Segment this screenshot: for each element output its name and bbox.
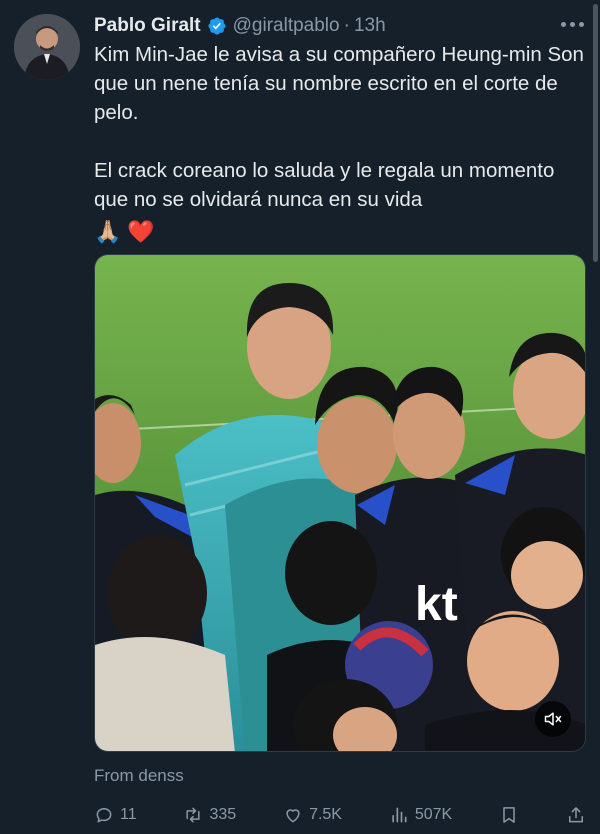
retweet-button[interactable]: 335 (183, 805, 236, 825)
separator-dot: · (343, 15, 350, 36)
video-player[interactable]: kt (94, 254, 586, 752)
mute-button[interactable] (535, 701, 571, 737)
bookmark-button[interactable] (499, 805, 519, 825)
tweet-paragraph-2: El crack coreano lo saluda y le regala u… (94, 159, 555, 211)
share-icon (568, 807, 583, 823)
author-handle[interactable]: @giraltpablo (233, 15, 340, 37)
more-dot (570, 22, 575, 27)
like-count: 7.5K (309, 806, 342, 823)
views-button[interactable]: 507K (389, 805, 452, 825)
retweet-icon (186, 807, 201, 823)
action-bar: 11 335 7.5K 507K (94, 802, 586, 828)
tweet-header: Pablo Giralt @giraltpablo · 13h (94, 12, 580, 40)
more-icon[interactable] (561, 22, 584, 27)
like-button[interactable]: 7.5K (283, 805, 342, 825)
reply-icon (96, 808, 112, 823)
bookmark-icon (503, 807, 515, 823)
author-name[interactable]: Pablo Giralt (94, 15, 201, 37)
reply-button[interactable]: 11 (94, 805, 137, 825)
tweet-text: Kim Min-Jae le avisa a su compañero Heun… (94, 40, 584, 246)
retweet-count: 335 (209, 806, 237, 823)
folded-hands-icon: 🙏🏼 (94, 218, 122, 244)
video-frame: kt (95, 255, 585, 751)
views-count: 507K (414, 806, 453, 823)
tweet-timestamp[interactable]: 13h (354, 15, 386, 37)
reply-count: 11 (120, 806, 137, 823)
verified-badge-icon (208, 17, 226, 35)
share-button[interactable] (566, 805, 586, 825)
like-icon (286, 809, 300, 823)
media-source-attribution[interactable]: From denss (94, 766, 184, 786)
mute-icon (544, 712, 562, 726)
avatar[interactable] (14, 14, 80, 80)
scrollbar-thumb[interactable] (593, 4, 598, 262)
emoji-line: 🙏🏼 ❤️ (94, 216, 584, 246)
avatar-image (14, 14, 80, 80)
jersey-sponsor: kt (415, 578, 458, 631)
more-dot (579, 22, 584, 27)
more-dot (561, 22, 566, 27)
tweet-paragraph-1: Kim Min-Jae le avisa a su compañero Heun… (94, 43, 584, 124)
views-icon (392, 807, 407, 823)
red-heart-icon: ❤️ (127, 218, 155, 244)
